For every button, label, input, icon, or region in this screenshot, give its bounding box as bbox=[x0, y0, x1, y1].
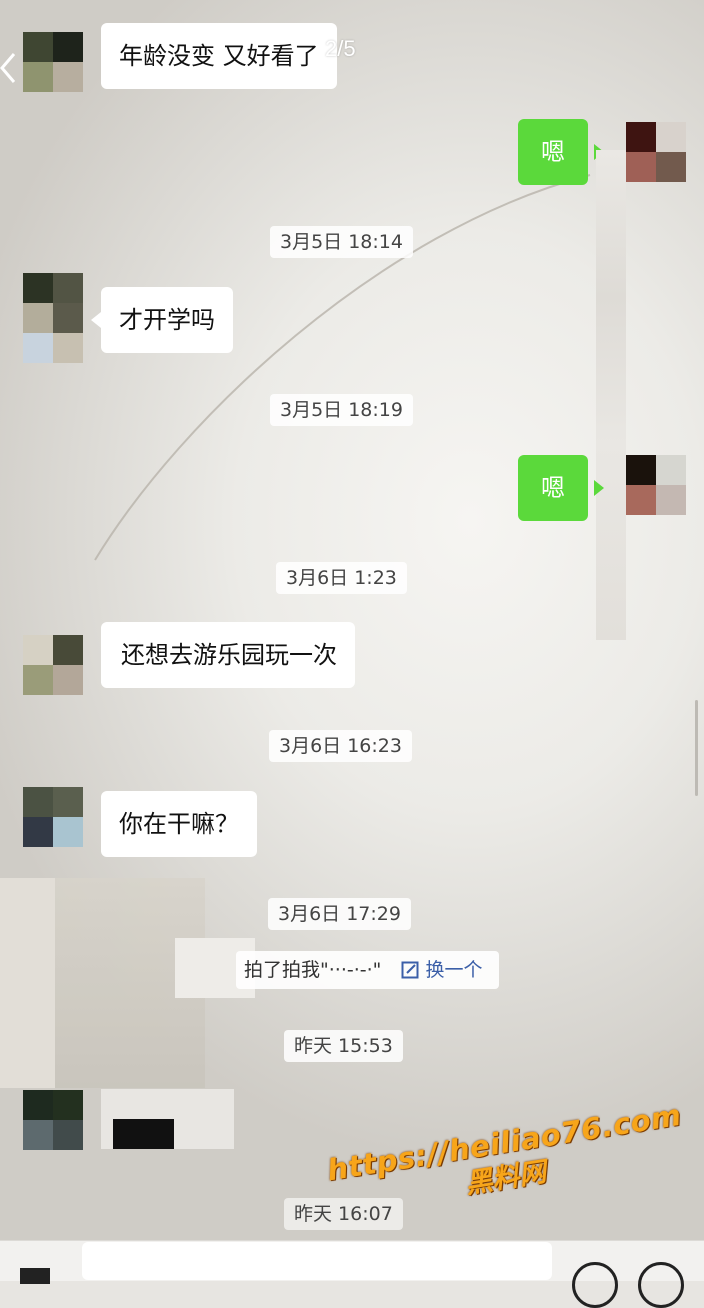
time-divider: 昨天 15:53 bbox=[284, 1030, 403, 1062]
message-text: 你在干嘛？ bbox=[119, 810, 239, 838]
bubble-tail bbox=[91, 312, 101, 328]
message-bubble-incoming[interactable]: 你在干嘛？ bbox=[101, 791, 257, 857]
message-bubble-outgoing[interactable]: 嗯 bbox=[518, 455, 588, 521]
message-bubble-outgoing[interactable]: 嗯 bbox=[518, 119, 588, 185]
chevron-left-icon[interactable] bbox=[0, 48, 20, 88]
message-text: 才开学吗 bbox=[119, 306, 215, 334]
contact-avatar[interactable] bbox=[23, 1090, 83, 1150]
time-divider: 3月5日 18:14 bbox=[270, 226, 413, 258]
message-text: 嗯 bbox=[541, 474, 565, 502]
pixelated-strip bbox=[596, 150, 626, 640]
change-pat-link[interactable]: 换一个 bbox=[401, 959, 483, 981]
pat-text: 拍了拍我 bbox=[244, 959, 321, 981]
message-text: 年龄没变 又好看了 bbox=[119, 42, 319, 70]
pat-system-message: 拍了拍我"···-·-·" 换一个 bbox=[236, 951, 499, 989]
voice-icon[interactable] bbox=[20, 1268, 50, 1284]
edit-icon bbox=[401, 961, 419, 979]
my-avatar[interactable] bbox=[626, 455, 686, 515]
message-text: 还想去游乐园玩一次 bbox=[121, 641, 337, 669]
redaction-bar bbox=[113, 1119, 174, 1149]
message-bubble-incoming[interactable]: 还想去游乐园玩一次 bbox=[101, 622, 355, 688]
pat-suffix: "···-·-·" bbox=[320, 959, 382, 981]
message-input[interactable] bbox=[82, 1242, 552, 1280]
plus-icon[interactable] bbox=[638, 1262, 684, 1308]
time-divider: 3月6日 17:29 bbox=[268, 898, 411, 930]
message-bubble-incoming[interactable]: 才开学吗 bbox=[101, 287, 233, 353]
contact-avatar[interactable] bbox=[23, 787, 83, 847]
contact-avatar[interactable] bbox=[23, 32, 83, 92]
emoji-icon[interactable] bbox=[572, 1262, 618, 1308]
contact-avatar[interactable] bbox=[23, 635, 83, 695]
message-text: 嗯 bbox=[541, 138, 565, 166]
image-page-counter: 2/5 bbox=[325, 36, 356, 61]
contact-avatar[interactable] bbox=[23, 273, 83, 363]
time-divider: 3月6日 1:23 bbox=[276, 562, 407, 594]
my-avatar[interactable] bbox=[626, 122, 686, 182]
time-divider: 3月5日 18:19 bbox=[270, 394, 413, 426]
time-divider: 3月6日 16:23 bbox=[269, 730, 412, 762]
bubble-tail bbox=[594, 480, 604, 496]
change-label: 换一个 bbox=[425, 959, 483, 981]
scrollbar[interactable] bbox=[695, 700, 698, 796]
message-bubble-incoming[interactable]: 年龄没变 又好看了 bbox=[101, 23, 337, 89]
